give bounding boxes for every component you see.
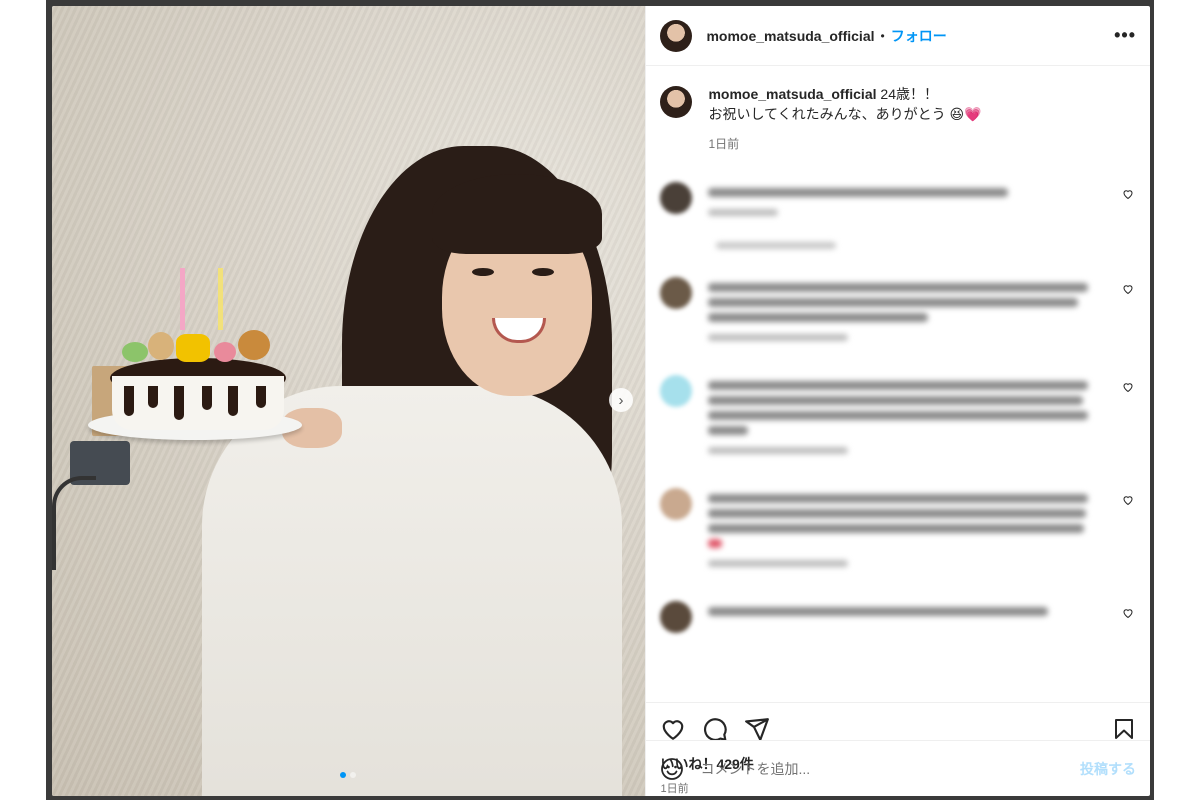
comment-avatar[interactable]: [660, 488, 693, 520]
carousel-dot-active: [340, 772, 346, 778]
like-button[interactable]: [660, 716, 686, 742]
cake-drip: [228, 386, 238, 416]
post-caption: momoe_matsuda_official 24歳！！ お祝いしてくれたみんな…: [660, 84, 1136, 154]
carousel-indicator: [340, 772, 356, 778]
chevron-right-icon: ›: [618, 391, 624, 409]
comment-item: [660, 488, 1136, 573]
follow-button[interactable]: フォロー: [891, 26, 947, 46]
person-shirt: [202, 386, 622, 796]
cake-drip: [124, 386, 134, 416]
caption-text-line2: お祝いしてくれたみんな、ありがとう: [708, 106, 946, 122]
add-comment-bar: 投稿する: [646, 740, 1150, 796]
bookmark-icon: [1115, 718, 1133, 739]
comment-item: [660, 601, 1136, 633]
caption-username[interactable]: momoe_matsuda_official: [708, 86, 876, 102]
caption-text-line1: 24歳！！: [880, 86, 938, 102]
more-icon[interactable]: •••: [1114, 25, 1136, 46]
caption-emoji: 😆💗: [949, 106, 982, 122]
comment-heart-icon[interactable]: [1122, 188, 1134, 200]
carousel-next-button[interactable]: ›: [609, 388, 633, 412]
caption-avatar[interactable]: [660, 86, 693, 118]
comment-heart-icon[interactable]: [1122, 283, 1134, 295]
post-comment-button[interactable]: 投稿する: [1080, 759, 1136, 779]
candle-pink: [180, 268, 185, 330]
emoji-icon[interactable]: [660, 757, 684, 781]
cake-drip: [256, 386, 266, 408]
comment-avatar[interactable]: [660, 601, 693, 633]
comment-item: [660, 182, 1136, 222]
comment-button[interactable]: [702, 716, 728, 742]
comment-input[interactable]: [698, 759, 1080, 778]
power-cable: [52, 476, 96, 570]
heart-icon: [663, 719, 684, 740]
comments-list[interactable]: momoe_matsuda_official 24歳！！ お祝いしてくれたみんな…: [646, 66, 1150, 702]
comment-avatar[interactable]: [660, 182, 693, 214]
view-replies[interactable]: [716, 242, 837, 249]
comment-item: [660, 375, 1136, 460]
save-button[interactable]: [1112, 717, 1136, 741]
cake-drip: [202, 386, 212, 410]
person-eye-right: [532, 268, 554, 276]
header-username[interactable]: momoe_matsuda_official: [706, 28, 874, 44]
person-bangs: [432, 174, 602, 254]
post-photo[interactable]: ›: [52, 6, 646, 796]
header-separator: •: [880, 28, 885, 43]
share-icon: [745, 717, 770, 741]
comment-item: [660, 277, 1136, 347]
post-modal: › momoe_matsuda_official • フォロー ••• momo…: [52, 6, 1150, 796]
comment-heart-icon[interactable]: [1122, 381, 1134, 393]
caption-timestamp[interactable]: 1日前: [708, 134, 981, 154]
carousel-dot: [350, 772, 356, 778]
comment-heart-icon[interactable]: [1122, 607, 1134, 619]
comment-avatar[interactable]: [660, 375, 693, 407]
cake-drip: [148, 386, 158, 408]
avatar[interactable]: [660, 19, 693, 52]
comment-icon: [704, 717, 728, 741]
post-header: momoe_matsuda_official • フォロー •••: [646, 6, 1150, 66]
comment-avatar[interactable]: [660, 277, 693, 309]
share-button[interactable]: [744, 716, 770, 742]
candle-yellow: [218, 268, 223, 330]
person-eye-left: [472, 268, 494, 276]
post-side-panel: momoe_matsuda_official • フォロー ••• momoe_…: [645, 6, 1150, 796]
cake-decorations: [122, 328, 272, 368]
cake-drip: [174, 386, 184, 420]
comment-heart-icon[interactable]: [1122, 494, 1134, 506]
